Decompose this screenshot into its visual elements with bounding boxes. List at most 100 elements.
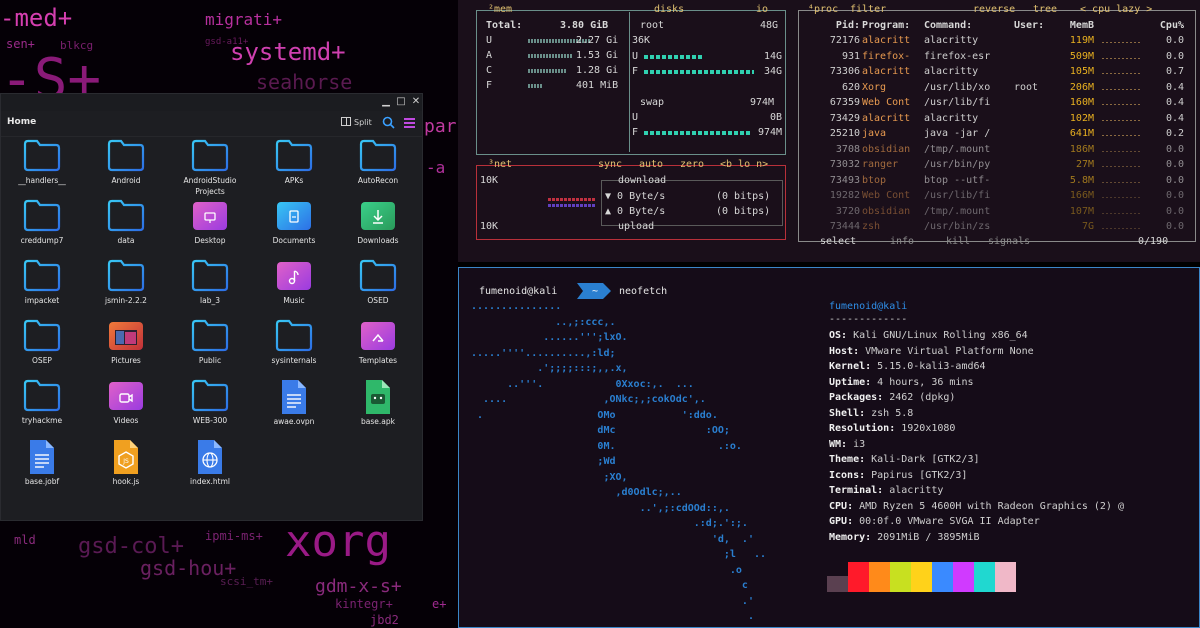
proc-cell-program: ranger xyxy=(862,159,899,170)
proc-filter[interactable]: filter xyxy=(850,4,886,16)
file-item-label: Pictures xyxy=(111,356,141,365)
breadcrumb[interactable]: Home xyxy=(7,117,36,127)
proc-header-mem[interactable]: MemB xyxy=(1058,20,1094,32)
proc-footer-info[interactable]: info xyxy=(890,236,914,248)
file-item[interactable]: impacket xyxy=(0,258,84,306)
file-item[interactable]: Desktop xyxy=(168,198,252,246)
logo-line: ;Wd xyxy=(471,456,616,467)
proc-sort[interactable]: < cpu lazy > xyxy=(1080,4,1152,16)
file-item[interactable]: awae.ovpn xyxy=(252,378,336,427)
proc-header-user[interactable]: User: xyxy=(1014,20,1052,32)
proc-cell-command: /usr/bin/zs xyxy=(924,221,991,232)
mem-row-bar xyxy=(528,84,542,88)
proc-header-pid[interactable]: Pid: xyxy=(820,20,860,32)
minimize-icon[interactable]: ▁ xyxy=(380,96,392,108)
file-item[interactable]: tryhackme xyxy=(0,378,84,426)
proc-footer-signals[interactable]: signals xyxy=(988,236,1030,248)
file-item[interactable]: Music xyxy=(252,258,336,306)
split-view-icon xyxy=(341,117,351,126)
file-item[interactable]: Templates xyxy=(336,318,420,366)
folder-icon xyxy=(84,138,168,172)
color-swatch xyxy=(890,562,911,592)
proc-cell-program: alacritt xyxy=(862,112,911,124)
terminal-window[interactable]: fumenoid@kali ~ neofetch ...............… xyxy=(458,267,1200,628)
swap-free: 974M xyxy=(758,127,783,138)
file-item[interactable]: Public xyxy=(168,318,252,366)
proc-header-program[interactable]: Program: xyxy=(862,20,924,32)
proc-cell-cpu: 0.4 xyxy=(1165,112,1184,124)
file-item-label: Downloads xyxy=(357,236,399,245)
file-item[interactable]: AndroidStudio Projects xyxy=(168,138,252,197)
wallpaper-word: ipmi-ms+ xyxy=(205,529,263,543)
net-scale-top: 10K xyxy=(480,175,499,186)
wallpaper-word: kintegr+ xyxy=(335,597,393,611)
file-item[interactable]: AutoRecon xyxy=(336,138,420,186)
templates-folder-icon xyxy=(336,318,420,352)
file-item[interactable]: WEB-300 xyxy=(168,378,252,426)
file-item[interactable]: APKs xyxy=(252,138,336,186)
info-key: Host: xyxy=(829,345,860,357)
mem-row-bar xyxy=(528,69,566,73)
file-item[interactable]: Android xyxy=(84,138,168,186)
file-item[interactable]: Pictures xyxy=(84,318,168,366)
file-item[interactable]: OSED xyxy=(336,258,420,306)
file-item-label: awae.ovpn xyxy=(273,417,315,426)
proc-header-cpu[interactable]: Cpu% xyxy=(1148,20,1184,32)
file-item-label: base.jobf xyxy=(24,477,60,486)
maximize-icon[interactable]: □ xyxy=(395,96,407,108)
proc-cell-program: java xyxy=(862,128,887,139)
mem-row-value: 2.27 Gi xyxy=(576,35,619,46)
file-item[interactable]: base.jobf xyxy=(0,438,84,487)
logo-line: .... ,ONkc;,;cokOdc',. xyxy=(471,394,706,405)
file-item[interactable]: sysinternals xyxy=(252,318,336,366)
proc-footer-select[interactable]: select xyxy=(820,236,856,248)
proc-cell-command: /usr/lib/xo xyxy=(924,81,991,93)
swap-used: 0B xyxy=(770,112,783,123)
proc-reverse[interactable]: reverse xyxy=(973,4,1015,16)
folder-icon xyxy=(168,138,252,172)
file-item[interactable]: __handlers__ xyxy=(0,138,84,186)
info-key: Kernel: xyxy=(829,361,872,372)
file-item[interactable]: data xyxy=(84,198,168,246)
desktop-folder-icon xyxy=(168,198,252,232)
file-item[interactable]: Downloads xyxy=(336,198,420,246)
info-key: Resolution: xyxy=(829,423,896,434)
net-auto[interactable]: auto xyxy=(639,159,663,171)
proc-tree[interactable]: tree xyxy=(1033,4,1057,16)
file-item[interactable]: base.apk xyxy=(336,378,420,427)
proc-footer-kill[interactable]: kill xyxy=(946,236,970,248)
folder-icon xyxy=(0,318,84,352)
file-item[interactable]: index.html xyxy=(168,438,252,487)
wallpaper-word: -a xyxy=(426,158,446,177)
file-item[interactable]: JS hook.js xyxy=(84,438,168,487)
file-item[interactable]: OSEP xyxy=(0,318,84,366)
file-item-label: AndroidStudio Projects xyxy=(183,176,237,196)
file-item[interactable]: Videos xyxy=(84,378,168,426)
logo-line: ..',;:cdOOd::,. xyxy=(471,502,730,514)
file-manager-window[interactable]: ▁ □ ✕ Home Split __handlers__ Android Andr… xyxy=(0,93,423,521)
file-item[interactable]: Documents xyxy=(252,198,336,246)
proc-header-command[interactable]: Command: xyxy=(924,20,1016,32)
net-sync[interactable]: sync xyxy=(598,159,622,171)
file-item[interactable]: lab_3 xyxy=(168,258,252,306)
close-icon[interactable]: ✕ xyxy=(410,96,422,108)
proc-cell-command: java -jar / xyxy=(924,128,991,139)
net-nav[interactable]: <b lo n> xyxy=(720,159,768,171)
hamburger-menu-icon[interactable] xyxy=(404,118,415,128)
mem-row-value: 1.53 Gi xyxy=(576,50,619,61)
search-icon[interactable] xyxy=(382,116,395,129)
info-value: 1920x1080 xyxy=(901,423,956,434)
net-zero[interactable]: zero xyxy=(680,159,704,171)
proc-tag: ⁴proc xyxy=(808,4,839,15)
folder-icon xyxy=(168,318,252,352)
file-item[interactable]: jsmin-2.2.2 xyxy=(84,258,168,306)
proc-cell-mem: 186M xyxy=(1069,143,1094,155)
disks-divider xyxy=(629,12,630,152)
info-value: alacritty xyxy=(889,485,944,496)
mem-row-key: A xyxy=(486,50,493,61)
proc-cell-mem: 641M xyxy=(1069,128,1094,139)
proc-cell-mem: 5.8M xyxy=(1069,174,1094,186)
split-button[interactable]: Split xyxy=(341,117,372,127)
window-titlebar[interactable]: ▁ □ ✕ xyxy=(1,94,422,111)
file-item[interactable]: creddump7 xyxy=(0,198,84,246)
